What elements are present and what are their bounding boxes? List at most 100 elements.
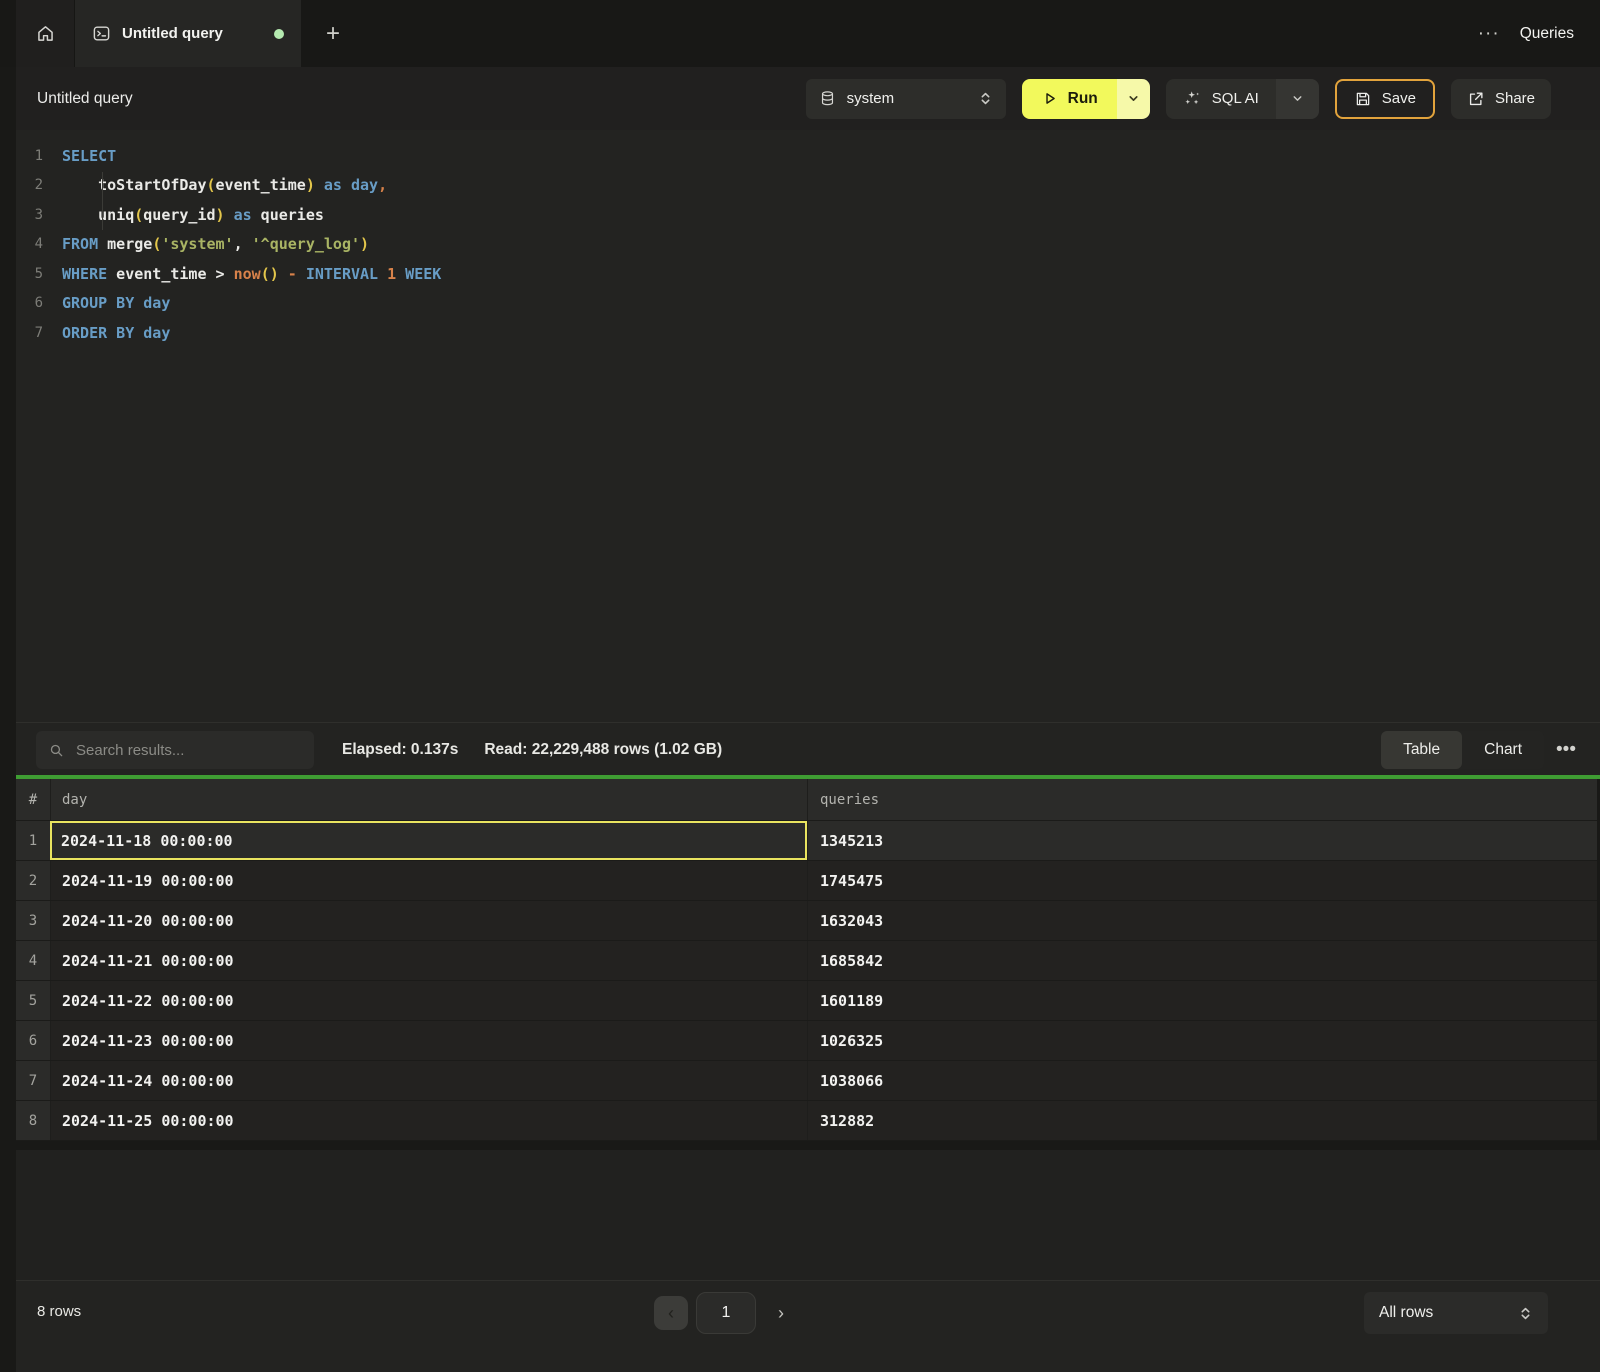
table-row[interactable]: 22024-11-19 00:00:001745475 (16, 861, 1597, 901)
prev-page-button[interactable]: ‹ (654, 1296, 688, 1330)
table-header: # day queries (16, 779, 1597, 821)
query-toolbar: Untitled query system Run (16, 67, 1600, 130)
cell-queries[interactable]: 312882 (807, 1101, 1597, 1140)
table-row[interactable]: 32024-11-20 00:00:001632043 (16, 901, 1597, 941)
cell-day[interactable]: 2024-11-18 00:00:00 (50, 821, 807, 860)
sql-editor[interactable]: 1SELECT2 toStartOfDay(event_time) as day… (16, 130, 1600, 722)
run-button-label: Run (1068, 90, 1098, 108)
cell-day[interactable]: 2024-11-24 00:00:00 (50, 1061, 807, 1100)
table-row[interactable]: 82024-11-25 00:00:00312882 (16, 1101, 1597, 1141)
new-tab-button[interactable]: + (301, 0, 365, 67)
row-number: 8 (16, 1101, 50, 1140)
toolbar-actions: system Run SQL AI (806, 79, 1551, 119)
search-icon (48, 742, 65, 759)
database-select[interactable]: system (806, 79, 1006, 119)
code-text: ORDER BY day (62, 324, 170, 342)
sql-ai-button[interactable]: SQL AI (1166, 79, 1276, 119)
line-number: 7 (16, 325, 62, 341)
page-size-value: All rows (1379, 1304, 1433, 1322)
external-link-icon (1467, 90, 1485, 108)
row-number: 2 (16, 861, 50, 900)
cell-queries[interactable]: 1026325 (807, 1021, 1597, 1060)
code-text: SELECT (62, 147, 116, 165)
elapsed-stat: Elapsed: 0.137s (342, 741, 458, 759)
code-line[interactable]: 1SELECT (16, 141, 1600, 171)
results-menu-ellipsis-icon[interactable]: ••• (1556, 739, 1576, 761)
pagination: ‹ 1 › (654, 1292, 798, 1334)
sql-ai-options-button[interactable] (1276, 79, 1319, 119)
cell-queries[interactable]: 1345213 (807, 821, 1597, 860)
save-button[interactable]: Save (1335, 79, 1435, 119)
read-stat: Read: 22,229,488 rows (1.02 GB) (484, 741, 722, 759)
code-line[interactable]: 5WHERE event_time > now() - INTERVAL 1 W… (16, 259, 1600, 289)
table-row[interactable]: 52024-11-22 00:00:001601189 (16, 981, 1597, 1021)
code-line[interactable]: 3 uniq(query_id) as queries (16, 200, 1600, 230)
cell-queries[interactable]: 1038066 (807, 1061, 1597, 1100)
home-icon (35, 23, 56, 44)
row-number: 6 (16, 1021, 50, 1060)
current-page-button[interactable]: 1 (696, 1292, 756, 1334)
table-row[interactable]: 42024-11-21 00:00:001685842 (16, 941, 1597, 981)
search-results-box[interactable] (36, 731, 314, 769)
page-title: Untitled query (37, 90, 133, 108)
database-icon (819, 90, 836, 107)
row-number: 7 (16, 1061, 50, 1100)
table-row[interactable]: 62024-11-23 00:00:001026325 (16, 1021, 1597, 1061)
code-text: GROUP BY day (62, 294, 170, 312)
cell-queries[interactable]: 1685842 (807, 941, 1597, 980)
run-options-button[interactable] (1117, 79, 1150, 119)
table-empty-area (16, 1150, 1600, 1280)
cell-day[interactable]: 2024-11-22 00:00:00 (50, 981, 807, 1020)
code-text: FROM merge('system', '^query_log') (62, 235, 369, 253)
code-line[interactable]: 7ORDER BY day (16, 318, 1600, 348)
share-button[interactable]: Share (1451, 79, 1551, 119)
home-button[interactable] (16, 0, 75, 67)
code-lines: 1SELECT2 toStartOfDay(event_time) as day… (16, 141, 1600, 348)
row-number: 3 (16, 901, 50, 940)
queries-link[interactable]: Queries (1520, 25, 1574, 43)
tab-chart-view[interactable]: Chart (1462, 731, 1544, 769)
page-size-select[interactable]: All rows (1364, 1292, 1548, 1334)
results-footer: 8 rows ‹ 1 › All rows (16, 1280, 1600, 1372)
line-number: 2 (16, 177, 62, 193)
next-page-button[interactable]: › (764, 1296, 798, 1330)
table-body: 12024-11-18 00:00:00134521322024-11-19 0… (16, 821, 1597, 1141)
cell-day[interactable]: 2024-11-21 00:00:00 (50, 941, 807, 980)
code-line[interactable]: 6GROUP BY day (16, 289, 1600, 319)
cell-queries[interactable]: 1745475 (807, 861, 1597, 900)
tab-untitled-query[interactable]: Untitled query (75, 0, 301, 67)
save-button-label: Save (1382, 90, 1416, 107)
run-button[interactable]: Run (1022, 79, 1117, 119)
line-number: 3 (16, 207, 62, 223)
row-number: 5 (16, 981, 50, 1020)
cell-day[interactable]: 2024-11-19 00:00:00 (50, 861, 807, 900)
code-text: WHERE event_time > now() - INTERVAL 1 WE… (62, 265, 441, 283)
cell-day[interactable]: 2024-11-23 00:00:00 (50, 1021, 807, 1060)
results-toolbar: Elapsed: 0.137s Read: 22,229,488 rows (1… (16, 722, 1600, 777)
tab-bar: Untitled query + ··· Queries (0, 0, 1600, 67)
search-input[interactable] (74, 741, 302, 760)
table-row[interactable]: 12024-11-18 00:00:001345213 (16, 821, 1597, 861)
cell-day[interactable]: 2024-11-20 00:00:00 (50, 901, 807, 940)
line-number: 4 (16, 236, 62, 252)
database-select-value: system (847, 90, 895, 107)
column-header-index[interactable]: # (16, 792, 50, 808)
table-row[interactable]: 72024-11-24 00:00:001038066 (16, 1061, 1597, 1101)
line-number: 6 (16, 295, 62, 311)
chevron-updown-icon (978, 91, 993, 106)
chevron-down-icon (1127, 92, 1140, 105)
cell-queries[interactable]: 1601189 (807, 981, 1597, 1020)
code-line[interactable]: 4FROM merge('system', '^query_log') (16, 230, 1600, 260)
ellipsis-icon[interactable]: ··· (1478, 24, 1500, 43)
floppy-icon (1354, 90, 1372, 108)
column-header-day[interactable]: day (50, 779, 807, 820)
row-number: 4 (16, 941, 50, 980)
code-line[interactable]: 2 toStartOfDay(event_time) as day, (16, 171, 1600, 201)
column-header-queries[interactable]: queries (807, 779, 1597, 820)
cell-queries[interactable]: 1632043 (807, 901, 1597, 940)
cell-day[interactable]: 2024-11-25 00:00:00 (50, 1101, 807, 1140)
view-toggle: Table Chart (1381, 731, 1544, 769)
share-button-label: Share (1495, 90, 1535, 107)
tab-label: Untitled query (122, 25, 223, 42)
tab-table-view[interactable]: Table (1381, 731, 1462, 769)
